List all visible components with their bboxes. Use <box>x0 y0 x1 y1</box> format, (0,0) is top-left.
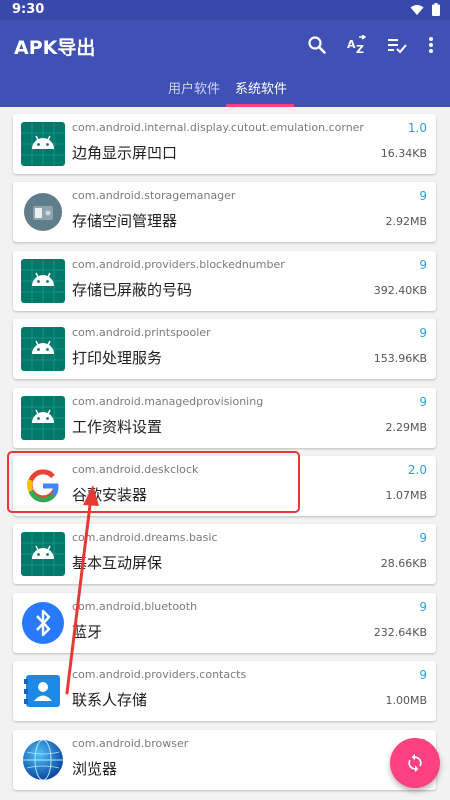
app-package-name: com.android.managedprovisioning <box>72 394 264 408</box>
app-list-item[interactable]: com.android.internal.display.cutout.emul… <box>13 114 436 174</box>
tab-system-apps[interactable]: 系统软件 <box>235 78 287 97</box>
app-name: 存储已屏蔽的号码 <box>72 280 193 299</box>
app-name: 蓝牙 <box>72 622 103 641</box>
search-icon[interactable] <box>302 30 332 60</box>
app-version: 9 <box>419 394 427 409</box>
svg-text:Z: Z <box>356 43 364 55</box>
app-package-name: com.android.internal.display.cutout.emul… <box>72 121 364 134</box>
app-version: 9 <box>419 326 427 341</box>
bluetooth-icon <box>21 601 65 645</box>
android-icon <box>21 532 65 577</box>
app-package-name: com.android.dreams.basic <box>72 531 218 545</box>
app-version: 9 <box>419 599 427 614</box>
sort-az-icon[interactable]: AZ <box>342 30 372 60</box>
app-size: 392.40KB <box>373 283 427 297</box>
highlight-box <box>7 451 300 513</box>
status-icons <box>410 3 440 16</box>
status-bar: 9:30 <box>0 0 450 20</box>
app-size: 153.96KB <box>373 352 427 366</box>
app-size: 2.92MB <box>385 215 427 229</box>
contacts-icon <box>21 669 65 713</box>
select-all-icon[interactable] <box>382 30 412 60</box>
battery-icon <box>432 3 440 16</box>
browser-globe-icon <box>21 738 65 782</box>
app-version: 9 <box>419 531 427 546</box>
refresh-fab[interactable] <box>390 738 440 788</box>
app-list-item[interactable]: com.android.providers.blockednumber 存储已屏蔽… <box>13 250 436 311</box>
app-name: 联系人存储 <box>72 691 148 710</box>
app-version: 1.0 <box>407 121 427 135</box>
app-name: 边角显示屏凹口 <box>72 144 178 162</box>
app-size: 1.00MB <box>385 694 427 708</box>
app-size: 2.29MB <box>385 420 427 434</box>
app-package-name: com.android.bluetooth <box>72 599 198 613</box>
svg-text:A: A <box>347 38 356 51</box>
wifi-icon <box>410 4 424 15</box>
app-name: 基本互动屏保 <box>72 554 163 573</box>
storage-icon <box>21 190 65 234</box>
app-size: 28.66KB <box>380 557 427 571</box>
app-name: 打印处理服务 <box>72 349 163 368</box>
app-package-name: com.android.printspooler <box>72 326 211 340</box>
app-size: 16.34KB <box>380 147 427 160</box>
app-package-name: com.android.providers.blockednumber <box>72 257 285 271</box>
tab-user-apps[interactable]: 用户软件 <box>168 78 220 97</box>
app-package-name: com.android.providers.contacts <box>72 668 247 682</box>
app-title: APK导出 <box>14 37 96 59</box>
app-bar: APK导出 AZ 用户软件 系统软件 <box>0 20 450 107</box>
app-list-item[interactable]: com.android.storagemanager 存储空间管理器 9 2.92MB <box>13 182 436 243</box>
status-time: 9:30 <box>12 2 45 17</box>
android-icon <box>21 122 65 166</box>
app-list-item[interactable]: com.android.dreams.basic 基本互动屏保 9 28.66KB <box>13 524 436 585</box>
app-list-item[interactable]: com.android.bluetooth 蓝牙 9 232.64KB <box>13 592 436 653</box>
android-icon <box>21 258 65 303</box>
app-list-item[interactable]: com.android.managedprovisioning 工作资料设置 9 2.… <box>13 387 436 448</box>
app-name: 存储空间管理器 <box>72 212 178 231</box>
android-icon <box>21 327 65 372</box>
refresh-icon <box>408 753 422 773</box>
app-version: 9 <box>419 189 427 204</box>
tab-bar: 用户软件 系统软件 <box>0 72 450 107</box>
android-icon <box>21 395 65 440</box>
app-list-item[interactable]: com.android.browser浏览器91 <box>13 729 436 790</box>
app-list-item[interactable]: com.android.printspooler 打印处理服务 9 153.96KB <box>13 319 436 380</box>
app-package-name: com.android.storagemanager <box>72 189 236 203</box>
app-list-item[interactable]: com.android.providers.contacts 联系人存储 9 1.00… <box>13 661 436 722</box>
app-size: 1.07MB <box>385 489 427 502</box>
app-version: 2.0 <box>407 463 427 477</box>
more-vert-icon[interactable] <box>416 30 446 60</box>
app-version: 9 <box>419 257 427 272</box>
app-size: 232.64KB <box>373 625 427 639</box>
app-version: 9 <box>419 668 427 683</box>
app-name: 浏览器 <box>72 759 118 778</box>
app-package-name: com.android.browser <box>72 736 189 750</box>
app-name: 工作资料设置 <box>72 417 163 436</box>
